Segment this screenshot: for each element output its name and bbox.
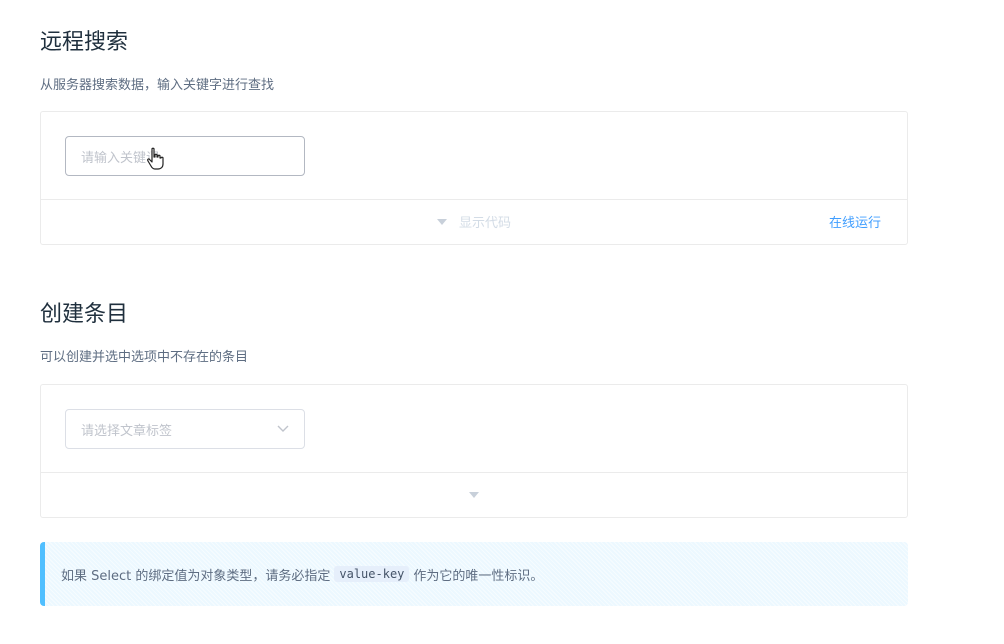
- tip-text-before: 如果 Select 的绑定值为对象类型，请务必指定: [61, 568, 331, 584]
- article-tag-placeholder: 请选择文章标签: [81, 423, 173, 439]
- chevron-down-icon: [277, 425, 289, 432]
- create-item-demo-block: 请选择文章标签: [40, 384, 908, 518]
- create-item-description: 可以创建并选中选项中不存在的条目: [40, 350, 249, 365]
- demo-control-bar[interactable]: 显示代码 在线运行: [41, 200, 907, 243]
- caret-down-icon: [436, 218, 447, 225]
- keyword-search-input[interactable]: 请输入关键词: [65, 136, 305, 176]
- create-item-demo-source: 请选择文章标签: [41, 385, 907, 473]
- article-tag-select[interactable]: 请选择文章标签: [65, 409, 305, 449]
- hand-pointer-icon: [147, 147, 164, 170]
- caret-down-icon: [469, 491, 479, 498]
- show-code-toggle[interactable]: 显示代码: [41, 200, 907, 243]
- create-item-title: 创建条目: [40, 302, 129, 327]
- show-code-label: 显示代码: [458, 216, 511, 231]
- remote-search-title: 远程搜索: [40, 30, 129, 55]
- page: 远程搜索 从服务器搜索数据，输入关键字进行查找 请输入关键词 显示代码 在线运行…: [0, 0, 1004, 644]
- create-item-show-code-toggle[interactable]: [41, 473, 907, 516]
- remote-search-description: 从服务器搜索数据，输入关键字进行查找: [40, 78, 275, 93]
- remote-search-demo-source: 请输入关键词: [41, 112, 907, 200]
- tip-code-value-key: value-key: [334, 566, 410, 582]
- tip-box: 如果 Select 的绑定值为对象类型，请务必指定 value-key 作为它的…: [40, 542, 908, 606]
- tip-text-after: 作为它的唯一性标识。: [413, 568, 544, 584]
- remote-search-demo-block: 请输入关键词 显示代码 在线运行: [40, 111, 908, 245]
- create-item-control-bar[interactable]: [41, 473, 907, 516]
- run-online-link[interactable]: 在线运行: [829, 200, 881, 243]
